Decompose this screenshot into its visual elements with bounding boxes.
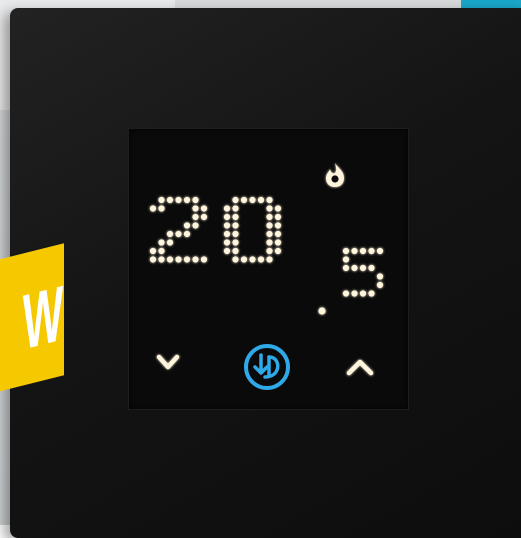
- digit-ones: [223, 196, 282, 263]
- decimal-point: [318, 307, 326, 315]
- digit-tens: [149, 196, 208, 263]
- chevron-down-icon: [156, 354, 180, 370]
- digit-tenths: [342, 247, 384, 297]
- flame-icon: [326, 163, 344, 187]
- chevron-up-icon: [346, 359, 374, 376]
- display-layer: [149, 163, 384, 390]
- brand-logo-button[interactable]: [244, 344, 290, 390]
- temperature-down-button[interactable]: [156, 354, 180, 370]
- temperature-readout: [149, 196, 384, 315]
- temperature-up-button[interactable]: [346, 359, 374, 376]
